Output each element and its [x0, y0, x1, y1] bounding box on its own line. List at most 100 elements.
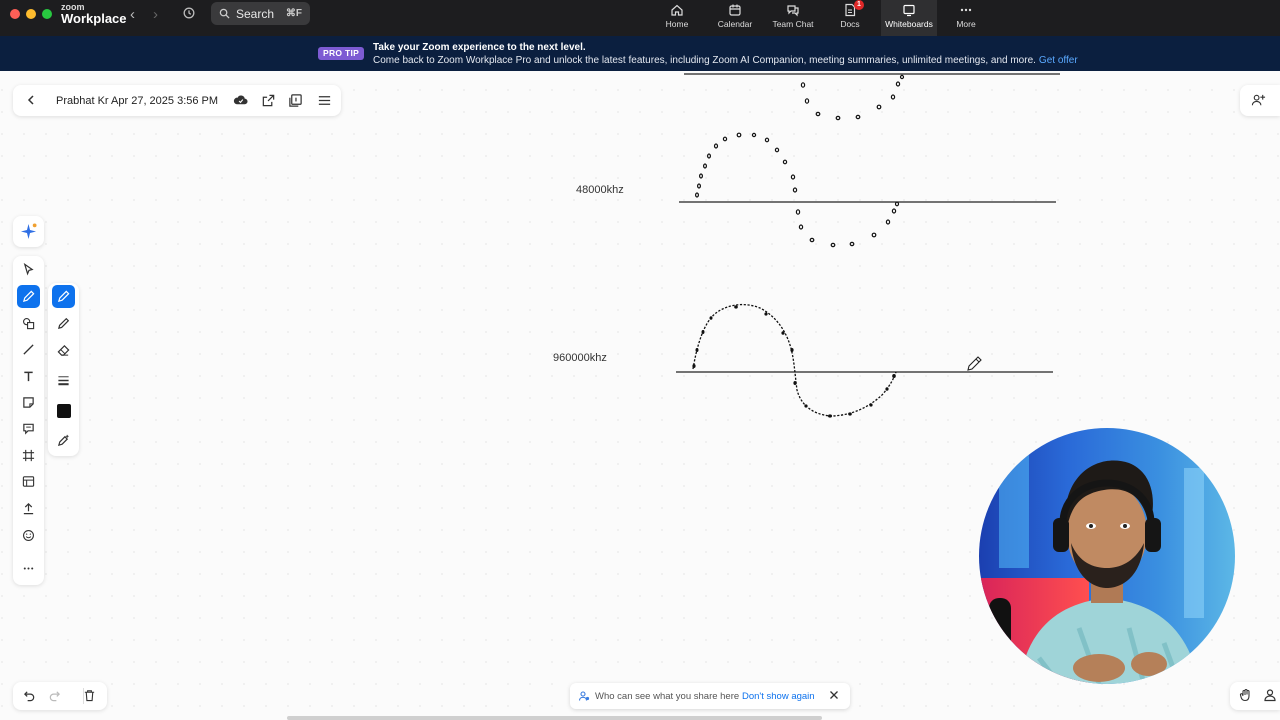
- more-tools-button[interactable]: [17, 557, 40, 580]
- add-collaborator-icon[interactable]: [1251, 93, 1266, 108]
- comment-tool[interactable]: [17, 417, 40, 440]
- trash-icon[interactable]: [83, 689, 96, 702]
- shapes-icon: [23, 318, 35, 330]
- history-icon[interactable]: [182, 6, 196, 20]
- ai-companion-button[interactable]: [13, 216, 44, 247]
- hand-icon[interactable]: [1239, 688, 1253, 702]
- search-shortcut: ⌘F: [285, 8, 302, 19]
- cloud-save-icon[interactable]: [233, 93, 248, 108]
- tab-home-label: Home: [665, 19, 689, 29]
- sticky-note-tool[interactable]: [17, 391, 40, 414]
- pen-tool[interactable]: [17, 285, 40, 308]
- tab-docs[interactable]: 1 Docs: [822, 0, 878, 36]
- upload-icon: [23, 503, 34, 515]
- share-visibility-notice: Who can see what you share here Don't sh…: [570, 683, 850, 709]
- stroke-width-icon: [58, 376, 69, 386]
- banner-title: Take your Zoom experience to the next le…: [373, 42, 586, 53]
- user-icon[interactable]: [1263, 688, 1277, 702]
- label-48000khz: 48000khz: [576, 184, 624, 196]
- upload-tool[interactable]: [17, 497, 40, 520]
- color-swatch-option[interactable]: [52, 399, 75, 422]
- people-icon: [578, 691, 590, 701]
- template-tool[interactable]: [17, 470, 40, 493]
- chat-icon: [787, 5, 799, 17]
- redo-icon[interactable]: [48, 689, 61, 702]
- calendar-icon: [729, 4, 741, 16]
- tab-whiteboards[interactable]: Whiteboards: [881, 0, 937, 36]
- emoji-icon: [23, 530, 34, 541]
- more-icon: [960, 8, 972, 12]
- magic-pen-option[interactable]: [52, 429, 75, 452]
- pen-icon: [57, 290, 70, 303]
- label-960000khz: 960000khz: [553, 352, 607, 364]
- text-icon: [24, 371, 33, 382]
- line-tool[interactable]: [17, 338, 40, 361]
- pen-option[interactable]: [52, 285, 75, 308]
- collaborators-card[interactable]: [1240, 85, 1280, 116]
- menu-icon[interactable]: [317, 93, 332, 108]
- forward-arrow-icon[interactable]: ›: [153, 6, 158, 23]
- banner-body: Come back to Zoom Workplace Pro and unlo…: [373, 55, 1078, 66]
- pencil-option[interactable]: [52, 312, 75, 335]
- search-icon: [219, 8, 230, 19]
- search-box[interactable]: Search ⌘F: [211, 2, 310, 25]
- back-chevron-icon[interactable]: [25, 93, 37, 107]
- close-window-button[interactable]: [10, 9, 20, 19]
- tab-more-label: More: [956, 19, 976, 29]
- stroke-width-option[interactable]: [52, 369, 75, 392]
- shapes-tool[interactable]: [17, 312, 40, 335]
- more-dots-icon: [23, 567, 34, 570]
- pen-icon: [22, 290, 35, 303]
- select-tool[interactable]: [17, 258, 40, 281]
- brand-name: Workplace: [61, 11, 127, 26]
- comment-icon: [23, 423, 34, 435]
- get-offer-link[interactable]: Get offer: [1039, 55, 1078, 66]
- horizontal-scrollbar[interactable]: [287, 716, 822, 720]
- undo-icon[interactable]: [23, 689, 36, 702]
- navigation-controls: [1230, 682, 1280, 710]
- tab-whiteboards-label: Whiteboards: [885, 19, 933, 29]
- pen-options-toolbar: [48, 283, 79, 456]
- whiteboard-icon: [903, 4, 915, 17]
- share-notice-text: Who can see what you share here: [595, 691, 740, 702]
- home-icon: [671, 4, 683, 16]
- eraser-option[interactable]: [52, 339, 75, 362]
- ai-sparkle-icon: [20, 223, 37, 240]
- pages-icon[interactable]: [288, 93, 303, 108]
- black-color-swatch: [56, 403, 71, 418]
- banner-body-text: Come back to Zoom Workplace Pro and unlo…: [373, 55, 1036, 66]
- share-out-icon[interactable]: [261, 93, 276, 108]
- template-icon: [22, 476, 35, 487]
- tab-calendar-label: Calendar: [717, 19, 753, 29]
- sticky-note-icon: [23, 397, 34, 408]
- minimize-window-button[interactable]: [26, 9, 36, 19]
- magic-pen-icon: [57, 434, 69, 447]
- tab-more[interactable]: More: [938, 0, 994, 36]
- main-toolbar: [13, 256, 44, 585]
- line-icon: [23, 344, 34, 355]
- frame-tool[interactable]: [17, 444, 40, 467]
- presenter-video: [979, 428, 1235, 684]
- eraser-icon: [57, 345, 70, 356]
- webcam-video-overlay: [979, 428, 1235, 684]
- back-arrow-icon[interactable]: ‹: [130, 6, 135, 23]
- title-bar: zoom Workplace ‹ › Search ⌘F Home Calend…: [0, 0, 1280, 36]
- tab-home[interactable]: Home: [649, 0, 705, 36]
- dont-show-again-link[interactable]: Don't show again: [742, 691, 815, 702]
- board-header: Prabhat Kr Apr 27, 2025 3:56 PM: [13, 85, 341, 116]
- emoji-tool[interactable]: [17, 524, 40, 547]
- frame-icon: [22, 449, 35, 462]
- tab-team-chat[interactable]: Team Chat: [765, 0, 821, 36]
- text-tool[interactable]: [17, 365, 40, 388]
- search-label: Search: [236, 6, 275, 21]
- promo-banner: PRO TIP Take your Zoom experience to the…: [0, 36, 1280, 71]
- docs-badge: 1: [854, 0, 864, 10]
- pointer-icon: [23, 263, 34, 276]
- tab-docs-label: Docs: [840, 19, 860, 29]
- maximize-window-button[interactable]: [42, 9, 52, 19]
- tab-team-chat-label: Team Chat: [772, 19, 814, 29]
- tab-calendar[interactable]: Calendar: [707, 0, 763, 36]
- close-icon[interactable]: [828, 689, 840, 701]
- board-title[interactable]: Prabhat Kr Apr 27, 2025 3:56 PM: [56, 95, 218, 107]
- pencil-icon: [58, 317, 70, 329]
